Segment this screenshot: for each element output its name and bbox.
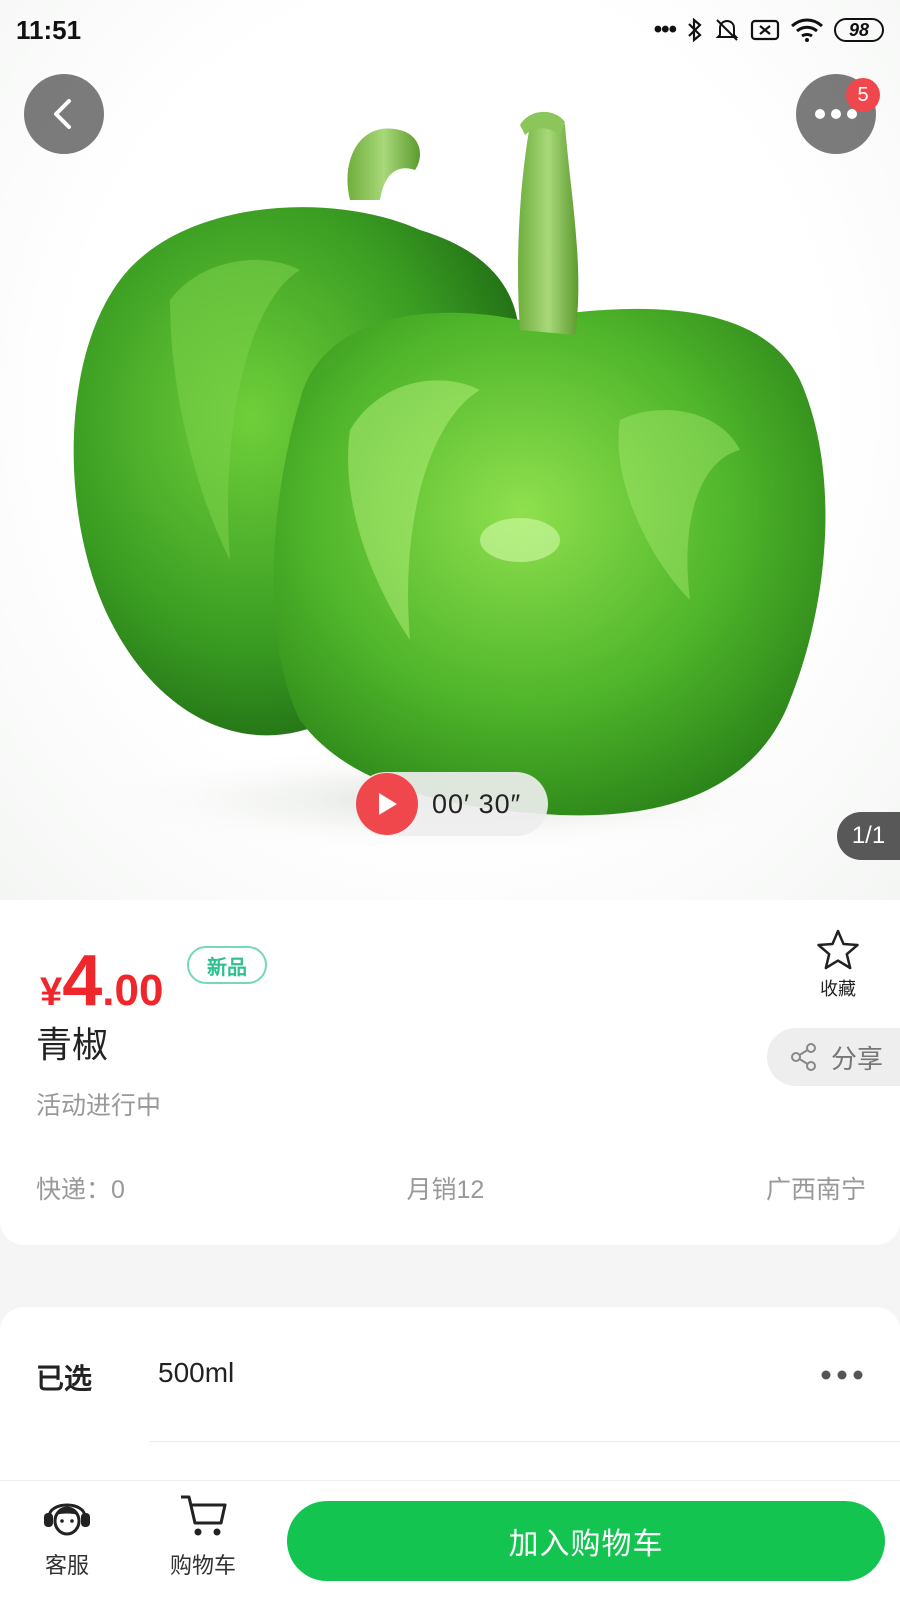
image-counter: 1/1 bbox=[837, 812, 900, 860]
status-icons: ••• 98 bbox=[654, 16, 884, 44]
video-duration: 00′ 30″ bbox=[432, 788, 522, 819]
play-icon bbox=[356, 773, 418, 835]
product-name: 青椒 bbox=[36, 1024, 109, 1065]
headset-icon bbox=[44, 1503, 90, 1536]
chevron-left-icon bbox=[54, 99, 71, 129]
bottom-action-bar: 客服 购物车 加入购物车 bbox=[0, 1480, 900, 1600]
status-time: 11:51 bbox=[16, 14, 82, 45]
battery-icon: 98 bbox=[834, 18, 884, 42]
monthly-sales: 月销12 bbox=[406, 1176, 485, 1204]
divider bbox=[150, 1441, 900, 1442]
more-menu-button[interactable]: 5 bbox=[796, 74, 880, 154]
more-dots-icon[interactable] bbox=[820, 1369, 864, 1381]
new-product-tag: 新品 bbox=[187, 946, 267, 984]
price-decimal: .00 bbox=[102, 966, 164, 1015]
selected-spec-value: 500ml bbox=[158, 1357, 235, 1388]
promo-status: 活动进行中 bbox=[36, 1092, 162, 1120]
selected-label: 已选 bbox=[36, 1363, 93, 1394]
wifi-icon bbox=[791, 18, 823, 42]
customer-service-button[interactable]: 客服 bbox=[22, 1491, 112, 1580]
cart-button[interactable]: 购物车 bbox=[158, 1491, 248, 1580]
favorite-button[interactable]: 收藏 bbox=[808, 928, 868, 1001]
product-photo bbox=[70, 111, 830, 855]
product-info-card: ¥ 4 .00 新品 收藏 青椒 分享 活动进行中 快递：0 月销12 广西南宁 bbox=[0, 900, 900, 1245]
product-meta-row: 快递：0 月销12 广西南宁 bbox=[36, 1170, 866, 1206]
share-label: 分享 bbox=[831, 1043, 884, 1074]
spec-selection-row[interactable]: 已选 500ml bbox=[0, 1307, 900, 1507]
mute-bell-icon bbox=[715, 19, 739, 41]
shipping-fee: 快递：0 bbox=[36, 1176, 125, 1204]
bluetooth-icon bbox=[688, 17, 702, 43]
more-dots-icon bbox=[815, 109, 857, 119]
customer-service-label: 客服 bbox=[44, 1553, 89, 1578]
status-bar: 11:51 ••• 98 bbox=[0, 0, 900, 60]
cart-label: 购物车 bbox=[169, 1553, 236, 1578]
share-icon bbox=[791, 1043, 816, 1071]
price-integer: 4 bbox=[62, 941, 103, 1021]
price: ¥ 4 .00 bbox=[40, 940, 163, 1022]
more-dots-icon: ••• bbox=[653, 16, 677, 43]
sim-x-icon bbox=[750, 19, 780, 41]
shopping-cart-icon bbox=[181, 1495, 227, 1536]
star-icon bbox=[817, 929, 859, 970]
favorite-label: 收藏 bbox=[820, 979, 856, 999]
product-image-carousel[interactable]: 5 00′ 30″ 1/1 bbox=[0, 0, 900, 900]
video-play-button[interactable]: 00′ 30″ bbox=[354, 772, 548, 836]
back-button[interactable] bbox=[24, 74, 104, 154]
ship-location: 广西南宁 bbox=[765, 1176, 866, 1204]
add-to-cart-button[interactable]: 加入购物车 bbox=[287, 1501, 885, 1581]
share-button[interactable]: 分享 bbox=[767, 1028, 900, 1086]
notification-badge: 5 bbox=[846, 78, 880, 112]
price-symbol: ¥ bbox=[40, 970, 63, 1014]
